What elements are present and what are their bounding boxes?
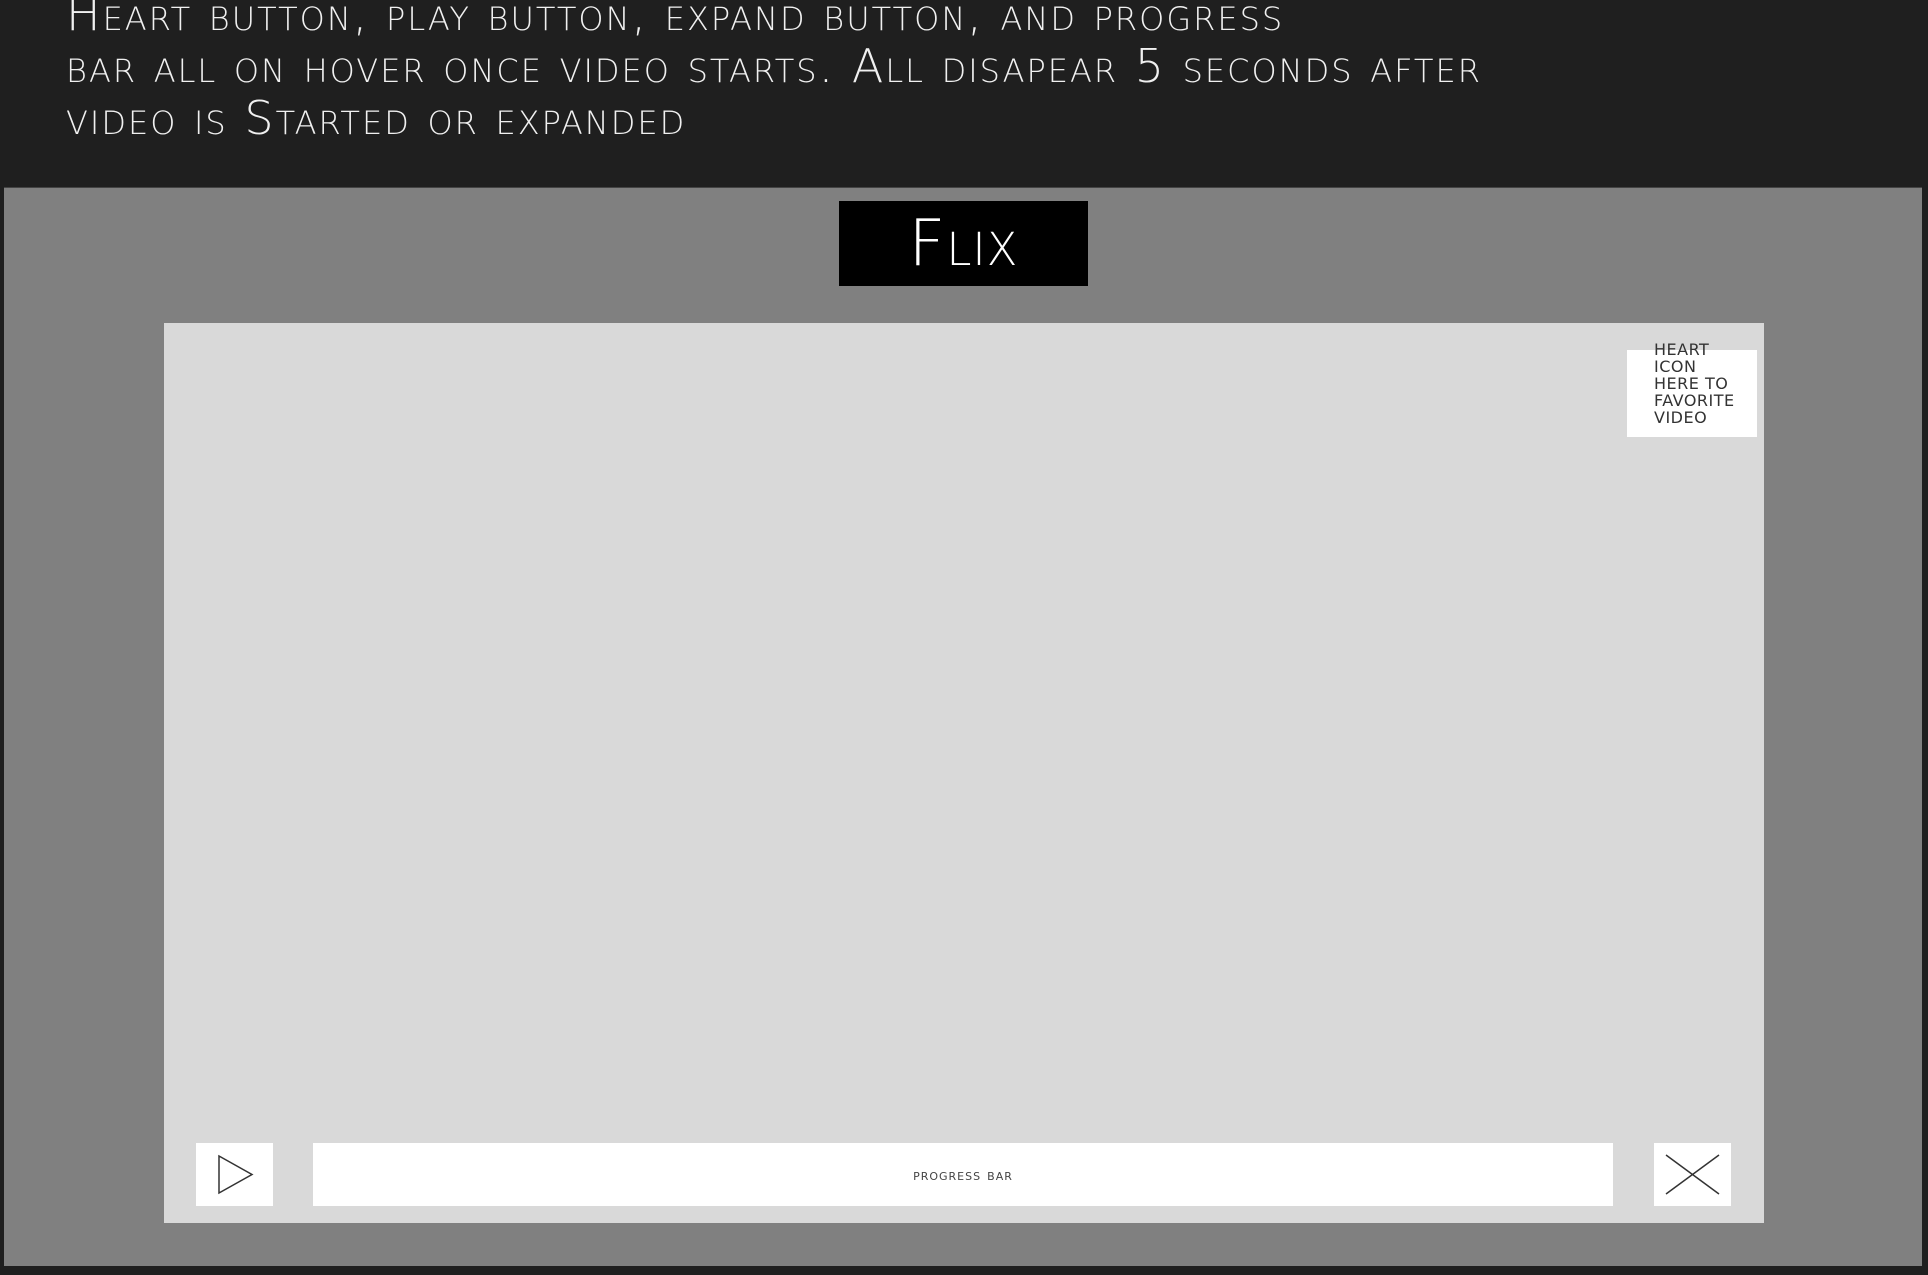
- progress-bar[interactable]: progress bar: [313, 1143, 1613, 1206]
- heart-icon-placeholder: HEART ICON HERE TO FAVORITE VIDEO: [1654, 340, 1735, 427]
- wireframe-annotation: Heart button, play button, expand button…: [66, 0, 1482, 145]
- favorite-heart-button[interactable]: HEART ICON HERE TO FAVORITE VIDEO: [1627, 341, 1757, 437]
- expand-button[interactable]: [1654, 1143, 1731, 1206]
- play-button[interactable]: [196, 1143, 273, 1206]
- video-player[interactable]: HEART ICON HERE TO FAVORITE VIDEO progre…: [164, 323, 1764, 1223]
- flix-logo: Flix: [839, 201, 1088, 286]
- close-x-icon: [1665, 1154, 1720, 1195]
- play-icon: [218, 1154, 254, 1195]
